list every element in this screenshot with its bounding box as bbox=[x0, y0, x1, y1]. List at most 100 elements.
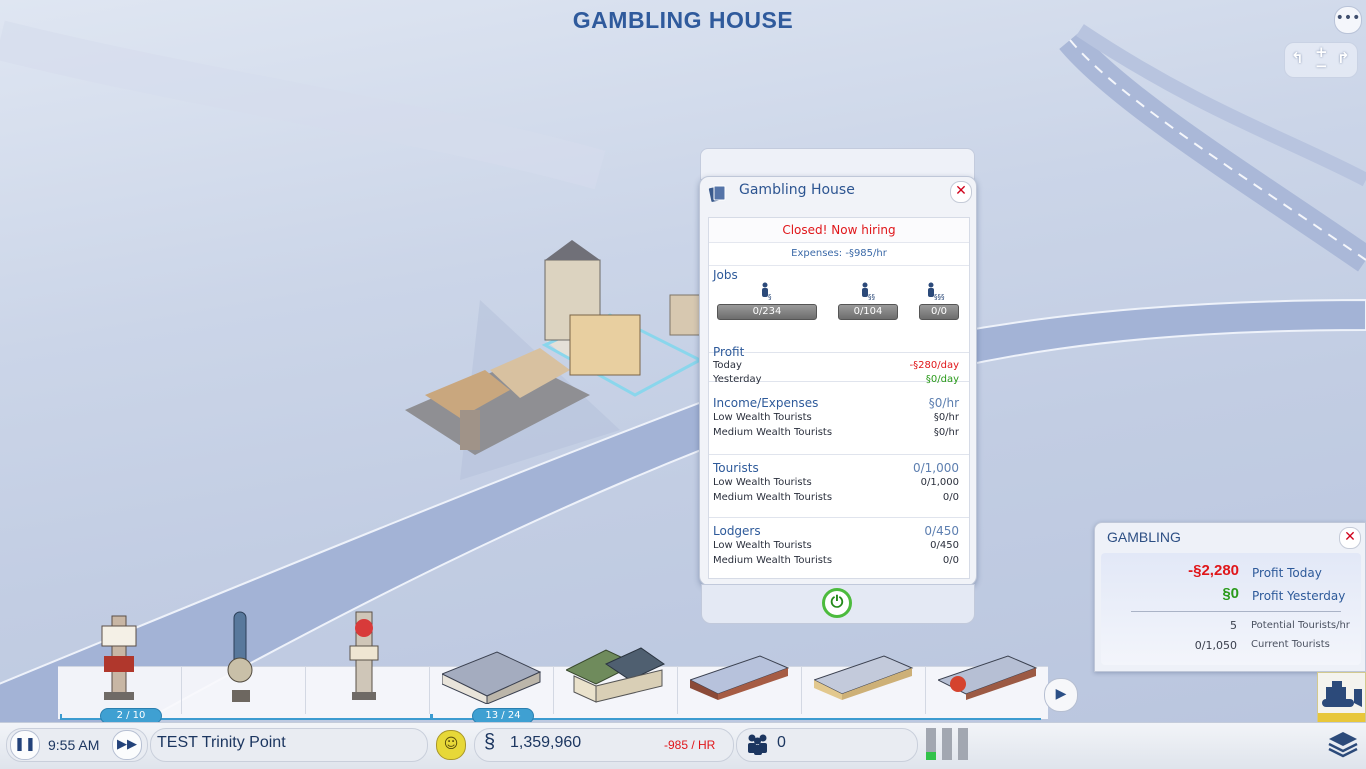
status-text: Closed! Now hiring bbox=[709, 218, 969, 243]
tray-item-casino-2[interactable] bbox=[566, 640, 666, 704]
divider bbox=[925, 666, 926, 714]
panel-footer: ⏻ bbox=[701, 584, 975, 624]
lodgers-row: Low Wealth Tourists 0/450 bbox=[709, 538, 969, 553]
next-page-button[interactable]: ▶ bbox=[1044, 678, 1078, 712]
medium-wealth-jobs-bar: 0/104 bbox=[838, 304, 898, 320]
ellipsis-icon[interactable]: ••• bbox=[1334, 6, 1362, 34]
tourists-row: Low Wealth Tourists 0/1,000 bbox=[709, 475, 969, 490]
tourists-title: Tourists bbox=[713, 461, 759, 475]
divider bbox=[429, 666, 430, 714]
low-wealth-jobs-bar: 0/234 bbox=[717, 304, 817, 320]
tourists-label: Tourists 0/1,000 bbox=[709, 461, 969, 475]
jobs-label: Jobs bbox=[713, 268, 738, 282]
low-wealth-worker-icon: § bbox=[762, 282, 772, 300]
rotate-left-icon[interactable]: ↰ bbox=[1291, 49, 1304, 67]
rotate-right-icon[interactable]: ↱ bbox=[1337, 49, 1350, 67]
income-value: §0/hr bbox=[928, 396, 959, 410]
title-bar: GAMBLING HOUSE bbox=[0, 0, 1366, 40]
simoleon-icon: § bbox=[484, 731, 496, 753]
close-icon[interactable]: ✕ bbox=[950, 181, 972, 203]
income-medium-value: §0/hr bbox=[933, 427, 959, 438]
current-tourists-value: 0/1,050 bbox=[1194, 639, 1237, 652]
svg-text:§§§: §§§ bbox=[934, 293, 945, 300]
current-tourists-label: Current Tourists bbox=[1251, 639, 1330, 650]
lodgers-medium-label: Medium Wealth Tourists bbox=[713, 555, 833, 566]
profit-section: Profit Today -§280/day Yesterday §0/day bbox=[709, 343, 969, 385]
building-info-panel: Gambling House ✕ Closed! Now hiring Expe… bbox=[699, 176, 977, 586]
panel-body: Closed! Now hiring Expenses: -§985/hr Jo… bbox=[708, 217, 970, 579]
gambling-district-buildings[interactable] bbox=[400, 230, 710, 480]
camera-controls[interactable]: ↰ + − ↱ bbox=[1284, 42, 1358, 78]
divider bbox=[1131, 611, 1341, 612]
profit-yesterday-label: Yesterday bbox=[713, 374, 762, 385]
panel-title: Gambling House bbox=[739, 182, 855, 198]
tourists-medium-value: 0/0 bbox=[942, 492, 959, 503]
close-icon[interactable]: ✕ bbox=[1339, 527, 1361, 549]
profit-today-row: Today -§280/day bbox=[709, 359, 969, 373]
demand-bar-commercial[interactable] bbox=[942, 728, 952, 760]
profit-yesterday-value: §0/day bbox=[925, 374, 959, 385]
tray-item-casino-5[interactable] bbox=[938, 650, 1038, 700]
income-title: Income/Expenses bbox=[713, 396, 819, 410]
jobs-section: Jobs § §§ §§§ 0/234 0/104 0/0 bbox=[709, 266, 969, 353]
cards-icon bbox=[708, 185, 726, 202]
high-wealth-jobs-bar: 0/0 bbox=[919, 304, 959, 320]
tray-item-casino-1[interactable] bbox=[442, 644, 542, 704]
tourists-row: Medium Wealth Tourists 0/0 bbox=[709, 490, 969, 505]
gambling-panel-body: -§2,280 Profit Today §0 Profit Yesterday… bbox=[1101, 553, 1361, 665]
demand-bar-residential[interactable] bbox=[926, 728, 936, 760]
tourists-low-label: Low Wealth Tourists bbox=[713, 477, 812, 488]
tray-item-sign-1[interactable] bbox=[94, 606, 144, 706]
lodgers-label: Lodgers 0/450 bbox=[709, 524, 969, 538]
pause-button[interactable]: ❚❚ bbox=[10, 730, 40, 760]
tray-item-sign-3[interactable] bbox=[342, 606, 386, 706]
svg-text:§§: §§ bbox=[868, 293, 876, 300]
funds-rate: -985 / HR bbox=[664, 738, 716, 752]
happiness-icon[interactable]: ☺ bbox=[436, 730, 466, 760]
profit-label: Profit bbox=[713, 345, 745, 359]
svg-text:§: § bbox=[768, 293, 772, 300]
income-row: Medium Wealth Tourists §0/hr bbox=[709, 425, 969, 440]
profit-yesterday-value: §0 bbox=[1222, 585, 1239, 602]
potential-tourists-label: Potential Tourists/hr bbox=[1251, 620, 1350, 631]
gambling-summary-panel: GAMBLING ✕ -§2,280 Profit Today §0 Profi… bbox=[1094, 522, 1366, 672]
divider bbox=[553, 666, 554, 714]
tray-item-casino-3[interactable] bbox=[690, 650, 790, 700]
profit-today-value: -§280/day bbox=[909, 360, 959, 371]
tray-item-sign-2[interactable] bbox=[222, 606, 262, 706]
bulldozer-glyph bbox=[1318, 681, 1365, 723]
tray-item-casino-4[interactable] bbox=[814, 650, 914, 700]
divider bbox=[677, 666, 678, 714]
demand-bar-industrial[interactable] bbox=[958, 728, 968, 760]
city-name[interactable]: TEST Trinity Point bbox=[157, 734, 286, 752]
gambling-panel-title: GAMBLING bbox=[1107, 529, 1181, 545]
divider bbox=[181, 666, 182, 714]
profit-yesterday-label: Profit Yesterday bbox=[1252, 589, 1346, 603]
tourists-value: 0/1,000 bbox=[912, 461, 959, 475]
profit-today-label: Today bbox=[713, 360, 742, 371]
income-low-label: Low Wealth Tourists bbox=[713, 412, 812, 423]
lodgers-row: Medium Wealth Tourists 0/0 bbox=[709, 553, 969, 568]
tourists-section: Tourists 0/1,000 Low Wealth Tourists 0/1,… bbox=[709, 455, 969, 518]
divider bbox=[801, 666, 802, 714]
profit-yesterday-row: Yesterday §0/day bbox=[709, 373, 969, 387]
population-icon bbox=[748, 734, 767, 755]
tourists-medium-label: Medium Wealth Tourists bbox=[713, 492, 833, 503]
funds-value: 1,359,960 bbox=[510, 734, 582, 751]
profit-today-label: Profit Today bbox=[1252, 566, 1322, 580]
zoom-out-icon[interactable]: − bbox=[1315, 57, 1328, 75]
population-value: 0 bbox=[777, 734, 786, 751]
bulldozer-icon[interactable] bbox=[1317, 672, 1366, 724]
fast-forward-button[interactable]: ▶▶ bbox=[112, 730, 142, 760]
lodgers-section: Lodgers 0/450 Low Wealth Tourists 0/450 M… bbox=[709, 518, 969, 580]
game-time: 9:55 AM bbox=[48, 737, 100, 753]
tourists-low-value: 0/1,000 bbox=[920, 477, 959, 488]
profit-today-value: -§2,280 bbox=[1188, 562, 1239, 579]
income-section: Income/Expenses §0/hr Low Wealth Tourist… bbox=[709, 388, 969, 455]
income-medium-label: Medium Wealth Tourists bbox=[713, 427, 833, 438]
potential-tourists-value: 5 bbox=[1230, 619, 1237, 632]
power-icon[interactable]: ⏻ bbox=[822, 588, 852, 618]
lodgers-title: Lodgers bbox=[713, 524, 761, 538]
divider bbox=[305, 666, 306, 714]
layers-icon[interactable] bbox=[1327, 728, 1359, 760]
